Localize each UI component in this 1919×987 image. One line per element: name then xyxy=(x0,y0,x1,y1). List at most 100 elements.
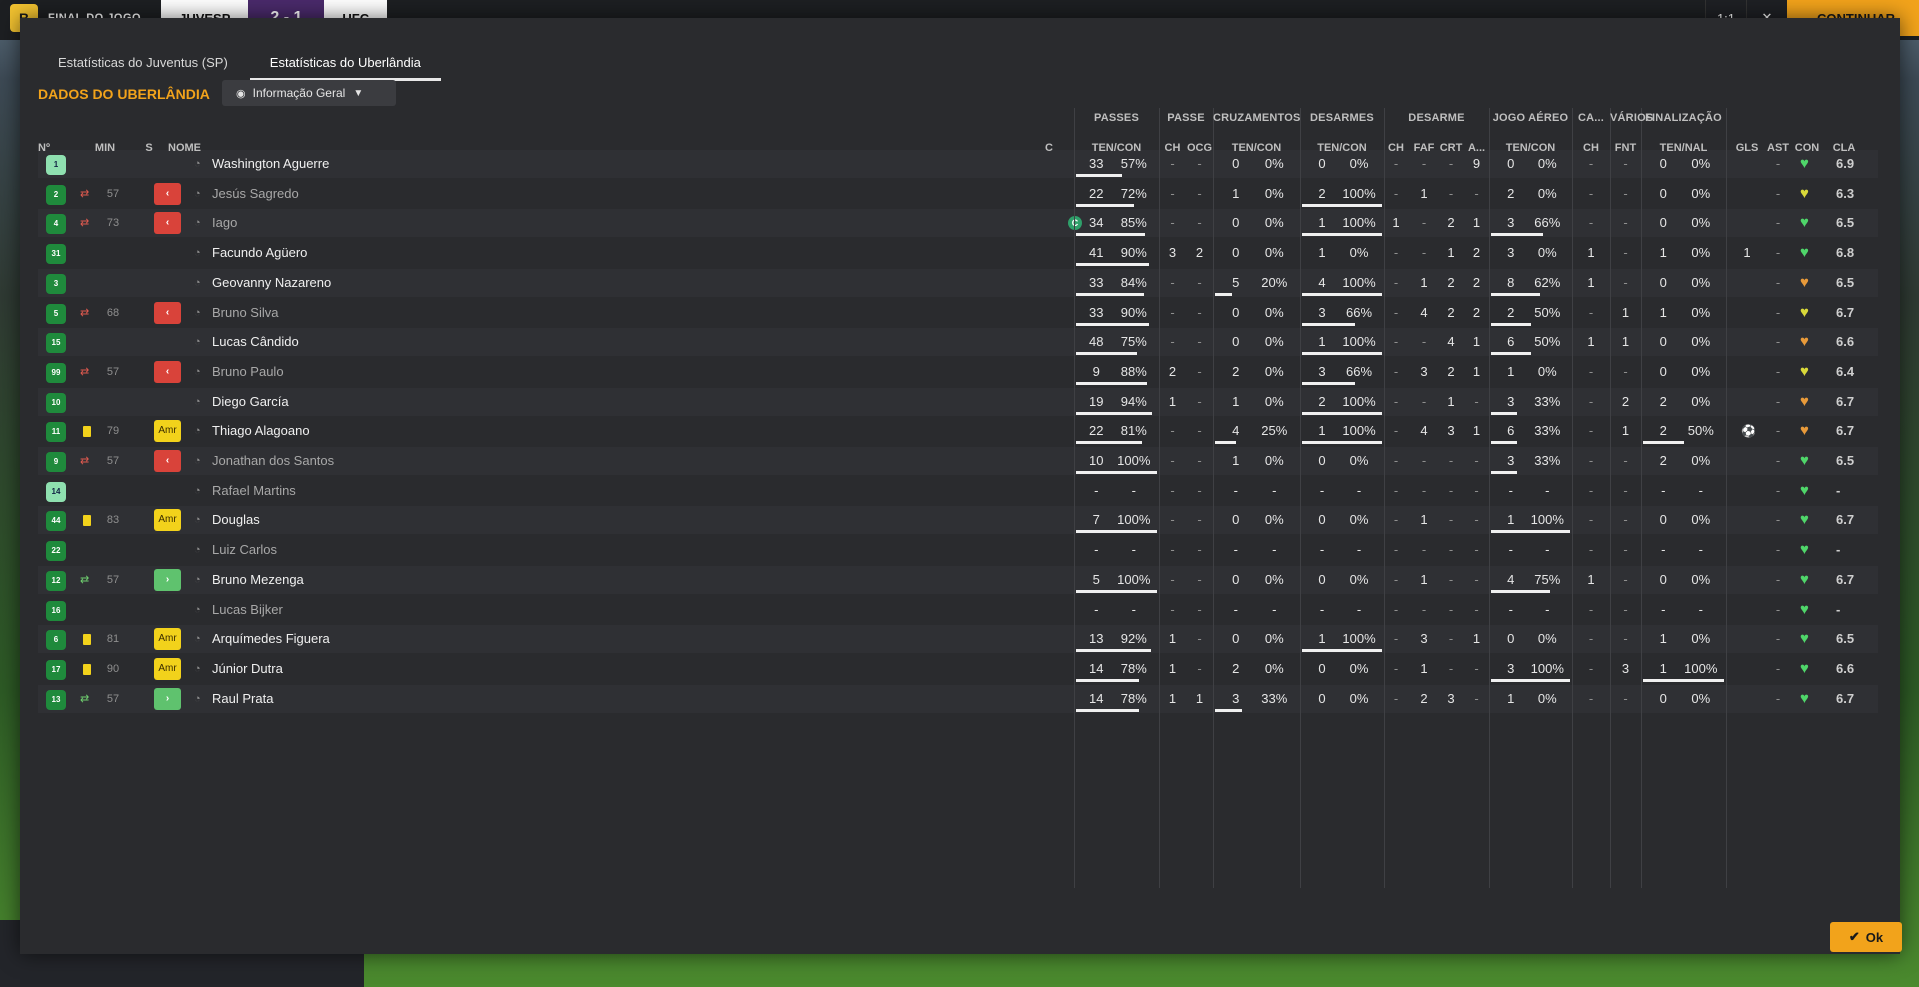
tab-juventus-stats[interactable]: Estatísticas do Juventus (SP) xyxy=(38,46,248,78)
headers-pct: - xyxy=(1545,542,1550,558)
column-header[interactable]: Nº xyxy=(38,142,58,154)
table-row[interactable]: 3 ◔ Geovanny Nazareno 33 84% - -5 20% 4 100% -1 2 2 8… xyxy=(38,268,1878,297)
table-row[interactable]: 2 ⇄ 57 ‹ ◔ Jesús Sagredo 22 72% - -1 0% 2 100% -1- -2 0… xyxy=(38,179,1878,208)
column-header[interactable]: A... xyxy=(1464,142,1489,154)
person-icon: ◔ xyxy=(194,425,201,438)
column-header[interactable]: CLA xyxy=(1826,142,1862,154)
status-badge[interactable]: ‹ xyxy=(154,301,181,324)
status-badge[interactable]: › xyxy=(154,568,181,591)
table-row[interactable]: 9 ⇄ 57 ‹ ◔ Jonathan dos Santos 10 100% - -1 0% 0 0% -… xyxy=(38,447,1878,475)
table-row[interactable]: 5 ⇄ 68 ‹ ◔ Bruno Silva 33 90% - -0 0% 3 66% -4 2 2 2 50% -… xyxy=(38,298,1878,327)
headers-attempts: - xyxy=(1508,601,1513,617)
sub-on-icon: ⇄ xyxy=(80,692,90,705)
column-header[interactable]: TEN/CON xyxy=(1489,142,1572,154)
table-row[interactable]: 6 81 Amr ◔ Arquímedes Figuera 13 92% 1-0 0% 1 100%… xyxy=(38,625,1878,654)
person-icon: ◔ xyxy=(194,336,201,349)
player-name[interactable]: Iago xyxy=(212,209,237,237)
column-header[interactable]: TEN/CON xyxy=(1300,142,1384,154)
player-name[interactable]: Lucas Bijker xyxy=(212,596,283,624)
view-select[interactable]: ◉ Informação Geral ▼ xyxy=(222,80,396,106)
crosses-attempts: 0 xyxy=(1232,334,1240,350)
column-header[interactable]: NOME xyxy=(168,142,228,154)
table-row[interactable]: 10 ◔ Diego García 19 94% 1-1 0% 2 100% - -1-3 33% -2… xyxy=(38,387,1878,416)
table-row[interactable]: 14 ◔ Rafael Martins - - - - - - - - - - - - - - - - - - - ♥ - xyxy=(38,476,1878,505)
headers-attempts: 0 xyxy=(1507,631,1515,647)
player-name[interactable]: Washington Aguerre xyxy=(212,150,329,178)
player-rating: - xyxy=(1836,482,1841,498)
player-name[interactable]: Bruno Paulo xyxy=(212,358,284,386)
player-name[interactable]: Diego García xyxy=(212,388,289,416)
table-row[interactable]: 17 90 Amr ◔ Júnior Dutra 14 78% 1-2 0% 0 0% -1- -3 10… xyxy=(38,654,1878,683)
minute: 81 xyxy=(106,633,120,646)
condition-heart-icon: ♥ xyxy=(1800,333,1809,351)
status-badge[interactable]: › xyxy=(154,687,181,710)
crosses-pct: 0% xyxy=(1264,571,1284,587)
table-row[interactable]: 4 ⇄ 73 ‹ ◔ Iago C 34 85% - -0 0% 1 100% 1-2 1 3 66% - -0 0% -… xyxy=(38,209,1878,238)
player-name[interactable]: Júnior Dutra xyxy=(212,655,283,683)
column-header[interactable]: TEN/CON xyxy=(1213,142,1300,154)
status-badge[interactable]: ‹ xyxy=(154,450,181,472)
column-header[interactable]: CH xyxy=(1159,142,1186,154)
ok-button[interactable]: ✔ Ok xyxy=(1830,922,1902,952)
player-name[interactable]: Thiago Alagoano xyxy=(212,417,310,445)
table-row[interactable]: 1 ◔ Washington Aguerre 33 57% - -0 0% 0 0% - - -9 0 0%… xyxy=(38,150,1878,178)
status-badge[interactable]: Amr xyxy=(154,420,181,443)
player-name[interactable]: Luiz Carlos xyxy=(212,536,277,564)
table-row[interactable]: 22 ◔ Luiz Carlos - - - - - - - - - - - - - - - - - - - ♥ - xyxy=(38,536,1878,565)
column-header[interactable]: CH xyxy=(1384,142,1408,154)
status-badge[interactable]: ‹ xyxy=(154,182,181,205)
tackles-pct: 0% xyxy=(1349,571,1369,587)
player-rating: 6.5 xyxy=(1836,453,1855,468)
table-row[interactable]: 15 ◔ Lucas Cândido 48 75% - -0 0% 1 100% - -4 1 6 50% 1… xyxy=(38,328,1878,357)
column-header[interactable]: CRT xyxy=(1438,142,1464,154)
player-name[interactable]: Jesús Sagredo xyxy=(212,180,299,208)
player-name[interactable]: Jonathan dos Santos xyxy=(212,447,334,475)
column-header[interactable]: OCG xyxy=(1186,142,1213,154)
column-header[interactable]: MIN xyxy=(90,142,120,154)
column-header[interactable]: AST xyxy=(1764,142,1792,154)
chances-created: - xyxy=(1197,334,1202,350)
tab-uberlandia-stats[interactable]: Estatísticas do Uberlândia xyxy=(249,46,441,81)
column-header[interactable]: FAF xyxy=(1410,142,1438,154)
column-header[interactable]: TEN/CON xyxy=(1074,142,1159,154)
status-badge[interactable]: ‹ xyxy=(154,212,181,235)
fouls-against: - xyxy=(1623,453,1628,468)
table-row[interactable]: 16 ◔ Lucas Bijker - - - - - - - - - - - - - - - - - - - ♥ - xyxy=(38,595,1878,624)
table-row[interactable]: 13 ⇄ 57 › ◔ Raul Prata 14 78% 1 1 3 33% 0 0% -2 3-1 0% - -… xyxy=(38,684,1878,713)
column-header[interactable]: CH xyxy=(1572,142,1610,154)
column-header[interactable]: FNT xyxy=(1610,142,1641,154)
crosses-attempts: 0 xyxy=(1232,304,1240,320)
player-name[interactable]: Bruno Silva xyxy=(212,299,278,327)
column-header[interactable]: TEN/NAL xyxy=(1641,142,1726,154)
player-name[interactable]: Lucas Cândido xyxy=(212,328,299,356)
status-badge[interactable]: Amr xyxy=(154,657,181,680)
table-row[interactable]: 11 79 Amr ◔ Thiago Alagoano 22 81% - -4 25% 1 100% -… xyxy=(38,417,1878,446)
player-name[interactable]: Raul Prata xyxy=(212,685,273,713)
player-name[interactable]: Rafael Martins xyxy=(212,477,296,505)
passes-bar xyxy=(1076,441,1142,445)
player-name[interactable]: Bruno Mezenga xyxy=(212,566,304,594)
interceptions: - xyxy=(1448,571,1454,587)
column-header[interactable]: S xyxy=(142,142,156,154)
column-header[interactable]: GLS xyxy=(1731,142,1763,154)
column-header[interactable]: C xyxy=(1042,142,1056,154)
player-name[interactable]: Facundo Agüero xyxy=(212,239,307,267)
player-name[interactable]: Geovanny Nazareno xyxy=(212,269,331,297)
tackles-attempts: 0 xyxy=(1318,453,1326,468)
tackles-key: - xyxy=(1393,482,1399,498)
status-badge[interactable]: Amr xyxy=(154,628,181,651)
table-row[interactable]: 31 ◔ Facundo Agüero 41 90% 3 2 0 0% 1 0% - -1 2 3 0% 1-1… xyxy=(38,239,1878,268)
tackles-pct: 0% xyxy=(1349,156,1369,171)
player-name[interactable]: Douglas xyxy=(212,506,260,534)
column-header[interactable]: CON xyxy=(1792,142,1822,154)
headers-attempts: - xyxy=(1508,542,1513,558)
table-row[interactable]: 12 ⇄ 57 › ◔ Bruno Mezenga 5 100% - -0 0% 0 0% -1- -4 75… xyxy=(38,565,1878,594)
status-badge[interactable]: ‹ xyxy=(154,360,181,383)
group-header: DESARME xyxy=(1408,112,1465,124)
table-row[interactable]: 44 83 Amr ◔ Douglas 7 100% - -0 0% 0 0% -1- -1 100% - -0… xyxy=(38,506,1878,535)
table-row[interactable]: 99 ⇄ 57 ‹ ◔ Bruno Paulo 9 88% 2-2 0% 3 66% -3 2 1 1 0% - -… xyxy=(38,357,1878,386)
player-name[interactable]: Arquímedes Figuera xyxy=(212,625,330,653)
status-badge[interactable]: Amr xyxy=(154,509,181,532)
headers-pct: 0% xyxy=(1537,363,1557,379)
group-header: CRUZAMENTOS xyxy=(1213,112,1301,124)
